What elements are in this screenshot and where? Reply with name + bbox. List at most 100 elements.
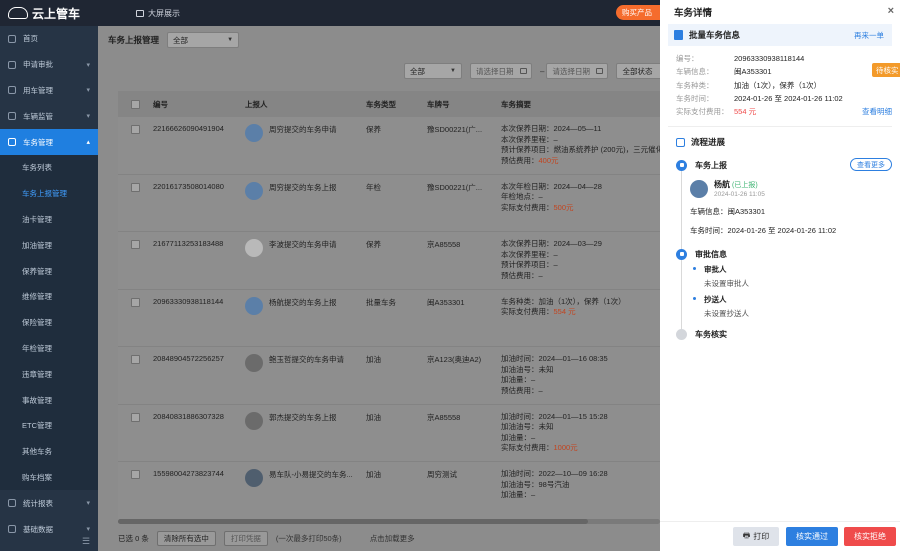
sidebar-sub-inspection[interactable]: 年检管理: [0, 335, 98, 362]
sidebar-item-label: 基础数据: [23, 524, 53, 534]
vehicle-line: 车辆信息：闽A353301: [690, 207, 766, 217]
affairs-table: 编号 上报人 车务类型 车牌号 车务摘要 22166626090491904 周…: [118, 91, 660, 521]
sidebar-sub-etc[interactable]: ETC管理: [0, 412, 98, 439]
summary-line: 本次保养日期：2024—05—11: [501, 124, 602, 133]
plate-number: 京A85558: [427, 412, 461, 422]
type-filter[interactable]: 全部 ▼: [404, 63, 462, 79]
reapply-link[interactable]: 再来一单: [854, 30, 884, 41]
approval-icon: [8, 60, 16, 69]
affair-type: 保养: [366, 240, 381, 249]
load-more-link[interactable]: 点击加载更多: [370, 533, 415, 544]
sidebar-sub-affairs-list[interactable]: 车务列表: [0, 154, 98, 181]
scrollbar-thumb[interactable]: [118, 519, 588, 524]
sidebar-sub-accident[interactable]: 事故管理: [0, 387, 98, 413]
horizontal-scrollbar[interactable]: [118, 519, 660, 524]
row-number: 22016173508014080: [153, 181, 224, 191]
type-filter-value: 全部: [410, 66, 425, 76]
summary-line: 加油时间：2024—01—15 15:28: [501, 411, 608, 421]
sidebar-item-affairs[interactable]: 车务管理 ▴: [0, 129, 98, 155]
sidebar-sub-maintenance[interactable]: 保养管理: [0, 258, 98, 284]
summary-line: 预计保养项目：–: [501, 260, 558, 269]
home-icon: [8, 34, 16, 43]
flow-step-verify: 车务核实: [676, 326, 900, 342]
cloud-car-icon: [8, 7, 28, 19]
sidebar-item-car-use[interactable]: 用车管理 ▾: [0, 78, 98, 104]
step-title: 车务核实: [695, 329, 727, 339]
date-end-input[interactable]: 请选择日期: [546, 63, 609, 79]
verify-pass-button[interactable]: 核实通过: [786, 527, 838, 546]
close-icon[interactable]: ×: [888, 5, 894, 17]
cc-value: 未设置抄送人: [704, 309, 749, 319]
table-row[interactable]: 22166626090491904 周穷提交的车务申请 保养 豫SD00221(…: [118, 117, 660, 175]
sidebar-sub-repair[interactable]: 维修管理: [0, 283, 98, 310]
sidebar-sub-refuel[interactable]: 加油管理: [0, 232, 98, 259]
clear-selection-button[interactable]: 清除所有选中: [156, 531, 216, 546]
sidebar-sub-violation[interactable]: 违章管理: [0, 361, 98, 388]
summary-cost: 554 元: [553, 307, 576, 316]
page-header: 车务上报管理 全部 ▼: [108, 32, 240, 48]
column-header: 车牌号: [427, 99, 450, 109]
row-checkbox[interactable]: [131, 470, 140, 479]
app-logo[interactable]: 云上管车: [0, 5, 98, 22]
row-checkbox[interactable]: [131, 182, 140, 192]
sidebar-sub-purchase[interactable]: 购车档案: [0, 464, 98, 491]
summary-label: 预估费用：: [501, 155, 539, 165]
date-start-placeholder: 请选择日期: [476, 66, 514, 76]
info-value: 2024-01-26 至 2024-01-26 11:02: [734, 94, 843, 104]
view-detail-link[interactable]: 查看明细: [862, 106, 892, 117]
info-value: 554 元: [734, 107, 757, 117]
print-voucher-button[interactable]: 打印凭据: [223, 531, 268, 546]
print-voucher-label: 打印凭据: [230, 534, 261, 543]
flow-section-title: 流程进展: [660, 133, 900, 151]
sidebar-item-approval[interactable]: 申请审批 ▾: [0, 52, 98, 78]
table-row[interactable]: 20963330938118144 杨航提交的车务上报 批量车务 闽A35330…: [118, 290, 660, 347]
clear-selection-label: 清除所有选中: [163, 534, 209, 543]
plate-number: 京A123(奥迪A2): [427, 355, 482, 364]
avatar: [245, 181, 263, 200]
table-row[interactable]: 15598004273823744 易车队-小易提交的车务... 加油 周穷测试…: [118, 462, 660, 520]
table-row[interactable]: 20840831886307328 郭杰提交的车务上报 加油 京A85558 加…: [118, 405, 660, 462]
print-button[interactable]: 🖶 打印: [733, 527, 779, 546]
sidebar-sub-report-mgmt[interactable]: 车务上报管理: [0, 180, 98, 207]
avatar: [690, 179, 708, 198]
row-checkbox[interactable]: [131, 297, 140, 307]
reporter-name: 周穷提交的车务申请: [269, 125, 337, 134]
sidebar-item-monitor[interactable]: 车辆监管 ▾: [0, 103, 98, 129]
table-row[interactable]: 21677113253183488 李波提交的车务申请 保养 京A85558 本…: [118, 232, 660, 290]
column-header: 上报人: [245, 99, 268, 109]
info-row: 编号： 20963330938118144: [676, 52, 892, 65]
row-checkbox[interactable]: [131, 240, 140, 249]
info-value: 闽A353301: [734, 67, 772, 77]
flow-step-approval: 审批信息: [676, 246, 900, 262]
date-start-input[interactable]: 请选择日期: [470, 63, 532, 79]
sidebar-sub-insurance[interactable]: 保险管理: [0, 309, 98, 336]
row-checkbox[interactable]: [131, 355, 140, 364]
flow-icon: [676, 137, 685, 147]
table-row[interactable]: 20848904572256257 鲍玉哲提交的车务申请 加油 京A123(奥迪…: [118, 347, 660, 405]
bigscreen-link[interactable]: 大屏展示: [136, 8, 180, 19]
date-separator: –: [540, 66, 545, 76]
sidebar-item-home[interactable]: 首页: [0, 26, 98, 52]
select-all-checkbox[interactable]: [131, 99, 140, 109]
see-more-button[interactable]: 查看更多: [850, 158, 892, 172]
reporter-name: 杨航提交的车务上报: [269, 297, 337, 307]
collapse-menu-icon[interactable]: ☰: [82, 536, 90, 547]
sidebar-item-label: 车务上报管理: [22, 189, 67, 199]
row-checkbox[interactable]: [131, 125, 140, 134]
sidebar-sub-other[interactable]: 其他车务: [0, 438, 98, 465]
column-header: 编号: [153, 99, 168, 109]
sidebar-item-label: 车务管理: [23, 137, 53, 147]
batch-info: 编号： 20963330938118144 车辆信息： 闽A353301 车务种类：…: [660, 46, 900, 118]
summary-line: 加油时间：2022—10—09 16:28: [501, 469, 608, 478]
sidebar-sub-fuel-card[interactable]: 油卡管理: [0, 206, 98, 233]
affair-detail-drawer: 车务详情 × 批量车务信息 再来一单 待核实 编号： 20963330938118…: [660, 0, 900, 551]
sidebar-item-reports[interactable]: 统计报表 ▾: [0, 490, 98, 516]
info-key: 车务种类：: [676, 80, 714, 90]
info-row: 实际支付费用： 554 元 查看明细: [676, 105, 892, 118]
summary-line: 年检地点：–: [501, 192, 543, 201]
table-row[interactable]: 22016173508014080 周穷提交的车务上报 年检 豫SD00221(…: [118, 175, 660, 232]
row-number: 20963330938118144: [153, 296, 224, 306]
verify-reject-button[interactable]: 核实拒绝: [844, 527, 896, 546]
scope-select[interactable]: 全部 ▼: [167, 32, 240, 48]
row-checkbox[interactable]: [131, 412, 140, 422]
